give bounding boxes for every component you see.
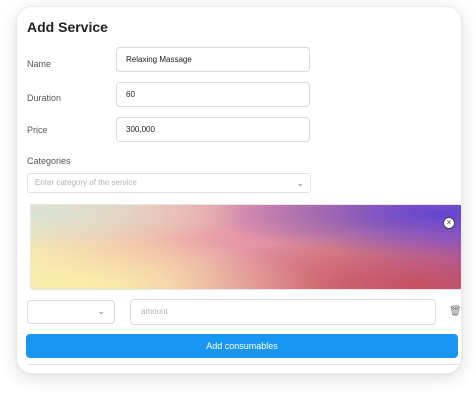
trash-icon[interactable]: 🗑 <box>449 306 461 317</box>
duration-field[interactable]: 60 <box>116 82 310 107</box>
price-field[interactable]: 300,000 <box>116 117 310 142</box>
amount-input[interactable]: amount <box>130 299 436 325</box>
categories-label: Categories <box>27 156 71 166</box>
chevron-down-icon: ⌄ <box>296 178 304 188</box>
categories-select[interactable]: Enter category of the service ⌄ <box>27 173 311 193</box>
add-consumables-button[interactable]: Add consumables <box>26 334 458 358</box>
page-title: Add Service <box>27 19 108 35</box>
close-circle-icon[interactable]: × <box>443 217 455 229</box>
add-service-card: Add Service Name Relaxing Massage Durati… <box>16 6 462 374</box>
chevron-down-icon: ⌄ <box>97 306 105 316</box>
image-preview <box>31 205 461 289</box>
name-field[interactable]: Relaxing Massage <box>116 47 310 72</box>
duration-label: Duration <box>27 93 62 103</box>
divider <box>27 364 459 365</box>
name-label: Name <box>27 59 52 69</box>
service-image: × <box>30 204 461 290</box>
price-label: Price <box>27 125 48 135</box>
consumable-select[interactable]: ⌄ <box>27 300 115 324</box>
categories-placeholder: Enter category of the service <box>35 178 137 187</box>
